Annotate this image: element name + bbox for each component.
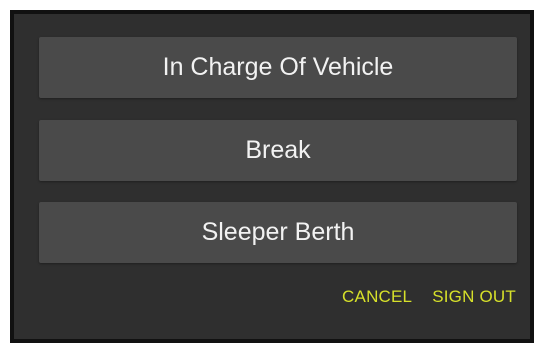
status-dialog: In Charge Of Vehicle Break Sleeper Berth… xyxy=(14,14,530,339)
sign-out-button[interactable]: SIGN OUT xyxy=(432,287,516,307)
in-charge-of-vehicle-label: In Charge Of Vehicle xyxy=(162,53,394,81)
sleeper-berth-button[interactable]: Sleeper Berth xyxy=(39,202,517,263)
break-button[interactable]: Break xyxy=(39,120,517,181)
sleeper-berth-label: Sleeper Berth xyxy=(201,218,355,246)
break-label: Break xyxy=(245,136,311,164)
in-charge-of-vehicle-button[interactable]: In Charge Of Vehicle xyxy=(39,37,517,98)
dialog-actions: CANCEL SIGN OUT xyxy=(342,287,516,307)
cancel-button[interactable]: CANCEL xyxy=(342,287,412,307)
dialog-frame: In Charge Of Vehicle Break Sleeper Berth… xyxy=(10,10,534,343)
